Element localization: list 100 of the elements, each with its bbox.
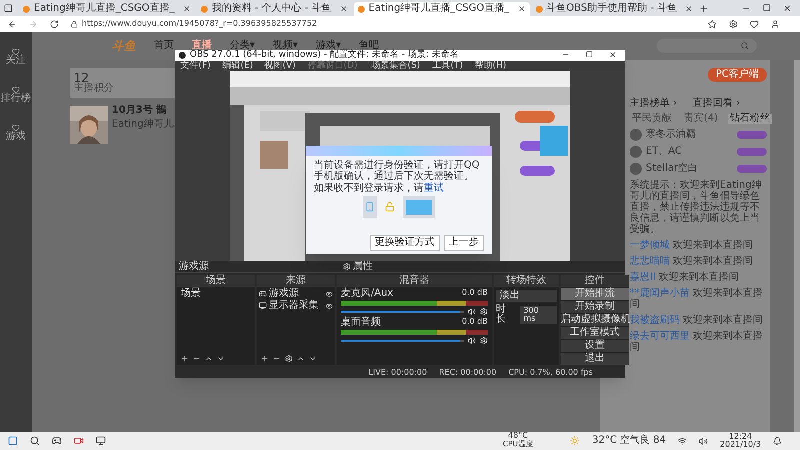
browser-tab[interactable]: Eating绅哥儿直播_CSGO直播_ [354,2,530,16]
score-label: 主播积分 [74,84,114,94]
panel-link[interactable]: 直播回看 › [693,99,740,109]
dock-header: 控件 [561,275,629,288]
gear-icon [343,262,351,271]
site-icon [23,6,30,12]
sidebar-label[interactable]: 关注 [6,56,26,66]
close-icon[interactable] [182,5,191,13]
source-item[interactable]: 游戏源 [257,287,335,300]
close-icon[interactable] [518,5,526,13]
start-icon[interactable] [8,436,18,446]
menu-item[interactable]: 文件(F) [180,61,211,70]
anchor-name: Eating绅哥儿 [112,120,174,130]
avatar [630,146,642,158]
fan-name: ET、AC [646,147,682,157]
dialog-message: 当前设备需进行身份验证，请打开QQ手机版确认，通过后下次无需验证。 [314,160,481,182]
add-icon[interactable] [261,355,269,364]
sidebar-icon[interactable] [12,86,20,94]
favorite-icon[interactable] [708,20,717,28]
app-icon[interactable] [74,436,84,446]
close-icon[interactable] [340,5,348,13]
search-field[interactable] [657,39,758,53]
sidebar-label[interactable]: 游戏 [6,132,26,142]
maximize-icon[interactable] [586,51,593,58]
app-icon[interactable] [52,436,62,446]
collections-icon[interactable] [750,20,759,28]
close-icon[interactable] [685,5,694,13]
close-icon[interactable] [783,4,792,13]
chat-tab[interactable]: 钻石粉丝 [728,114,772,124]
site-icon [536,6,542,12]
volume-icon[interactable] [699,436,708,446]
control-button[interactable]: 开始推流 [561,288,629,300]
dock-header: 混音器 [337,275,492,288]
retry-link[interactable]: 重试 [424,183,444,194]
phone-drawing [363,196,377,218]
visibility-icon[interactable] [326,302,333,310]
menu-item[interactable]: 视图(V) [264,61,296,70]
settings-icon[interactable] [480,337,488,346]
gamepad-icon [259,290,267,298]
control-button[interactable]: 启动虚拟摄像机 [561,314,629,326]
fan-badge [737,165,767,173]
source-item[interactable]: 显示器采集 [257,299,335,312]
clock-date: 2021/10/3 [720,441,762,449]
client-button[interactable]: PC客户端 [708,68,767,82]
channel-name: 桌面音频 [341,318,381,328]
maximize-icon[interactable] [763,4,771,12]
network-icon[interactable] [678,436,688,446]
control-button[interactable]: 开始录制 [561,301,629,314]
control-button[interactable]: 设置 [561,340,629,352]
volume-slider[interactable] [341,340,464,342]
duration-label: 时长 [496,305,507,326]
site-icon [358,6,365,12]
dialog-button[interactable]: 更换验证方式 [370,235,440,251]
transition-select[interactable]: 淡出 [496,290,557,302]
settings-icon[interactable] [480,308,488,316]
tab-actions-icon[interactable] [4,4,13,13]
scene-item[interactable]: 场景 [177,287,255,300]
visibility-icon[interactable] [326,290,333,298]
control-button[interactable]: 退出 [561,353,629,366]
control-button[interactable]: 工作室模式 [561,327,629,340]
menu-item[interactable]: 编辑(E) [222,61,253,70]
address-field[interactable]: https://www.douyu.com/1945078?_r=0.396395825537752 [71,20,318,28]
app-icon[interactable] [96,436,106,446]
settings-icon[interactable] [285,355,293,364]
new-tab-icon[interactable] [699,4,710,14]
fan-badge [737,148,767,156]
fan-name: Stellar空白 [646,164,698,174]
sidebar-icon[interactable] [12,124,20,132]
chat-message: 绿去可可西里 欢迎来到本直播间 [630,331,764,353]
monitor-icon [259,302,267,310]
system-notice: 系统提示：欢迎来到Eating绅哥儿的直播间，斗鱼倡导绿色直播，禁止传播违法违规等不良信息，请谨慎判断以免上当受骗。 [630,180,763,235]
reload-icon[interactable] [50,20,59,28]
search-icon[interactable] [30,436,40,446]
back-icon[interactable] [8,20,17,28]
menu-item[interactable]: 工具(T) [432,61,464,70]
properties-button[interactable]: 属性 [343,262,373,272]
dock-header: 转场特效 [494,275,559,288]
rec-status: REC: 00:00:00 [439,368,497,377]
fan-badge [737,131,767,139]
profile-icon[interactable] [771,20,780,28]
clock-time: 12:24 [729,433,752,441]
volume-slider[interactable] [341,311,464,314]
volume-icon[interactable] [468,337,476,346]
menu-item[interactable]: 场景集合(S) [372,61,420,70]
weather-text: 32°C 空气良 84 [592,436,666,446]
duration-field[interactable]: 300 ms [520,306,557,324]
notification-icon[interactable] [773,436,782,446]
dock-header: 来源 [257,275,335,288]
dialog-button[interactable]: 上一步 [444,235,484,251]
weather-icon [570,436,580,446]
close-icon[interactable] [609,51,617,60]
add-icon[interactable] [181,355,189,364]
panel-link[interactable]: 主播榜单 › [630,99,678,109]
menu-item[interactable]: 帮助(H) [474,61,506,70]
chat-message: 一梦倾城 欢迎来到本直播间 [630,240,754,251]
sidebar-label[interactable]: 排行榜 [1,94,31,104]
chat-message: 嘉恩II 欢迎来到本直播间 [630,272,740,283]
sidebar-icon[interactable] [12,48,20,56]
volume-icon[interactable] [468,308,476,316]
channel-reading: 0.0 dB [462,318,488,328]
